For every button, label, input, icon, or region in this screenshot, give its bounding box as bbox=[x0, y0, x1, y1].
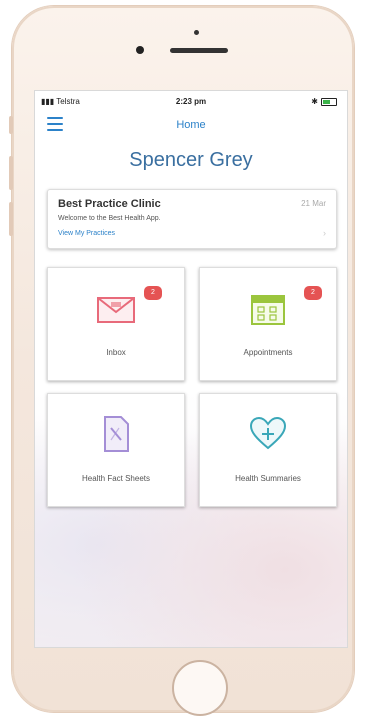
volume-up-button bbox=[9, 156, 13, 190]
app-screen: ▮▮▮ Telstra 2:23 pm ✱ Home Spencer Grey … bbox=[34, 90, 348, 648]
status-time: 2:23 pm bbox=[175, 97, 207, 106]
appointments-tile[interactable]: 2 Appointments bbox=[199, 267, 337, 381]
battery-icon bbox=[321, 97, 337, 106]
summaries-tile[interactable]: Health Summaries bbox=[199, 393, 337, 507]
inbox-tile[interactable]: 2 Inbox bbox=[47, 267, 185, 381]
inbox-label: Inbox bbox=[106, 348, 126, 357]
mute-switch bbox=[9, 116, 13, 134]
appointments-label: Appointments bbox=[243, 348, 293, 357]
page-title: Home bbox=[176, 119, 206, 131]
envelope-icon bbox=[97, 297, 135, 323]
clinic-date: 21 Mar bbox=[301, 199, 326, 208]
calendar-icon bbox=[251, 295, 285, 325]
summaries-label: Health Summaries bbox=[235, 474, 301, 483]
heart-plus-icon bbox=[249, 416, 287, 450]
chevron-right-icon: › bbox=[323, 228, 326, 238]
inbox-badge: 2 bbox=[144, 286, 162, 300]
earpiece-speaker bbox=[170, 48, 228, 53]
view-practices-link[interactable]: View My Practices bbox=[58, 230, 115, 237]
navigation-bar: Home bbox=[35, 113, 347, 137]
user-name: Spencer Grey bbox=[129, 149, 253, 171]
fact-sheets-label: Health Fact Sheets bbox=[81, 474, 151, 483]
clinic-card[interactable]: Best Practice Clinic 21 Mar Welcome to t… bbox=[47, 189, 337, 249]
document-icon bbox=[104, 416, 129, 452]
home-button[interactable] bbox=[172, 660, 228, 716]
bluetooth-icon: ✱ bbox=[311, 97, 318, 106]
clinic-title: Best Practice Clinic bbox=[58, 198, 161, 210]
fact-sheets-tile[interactable]: Health Fact Sheets bbox=[47, 393, 185, 507]
appointments-badge: 2 bbox=[304, 286, 322, 300]
battery-indicator: ✱ bbox=[311, 97, 337, 106]
proximity-sensor bbox=[194, 30, 199, 35]
volume-down-button bbox=[9, 202, 13, 236]
status-bar: ▮▮▮ Telstra 2:23 pm ✱ bbox=[35, 91, 347, 111]
clinic-message: Welcome to the Best Health App. bbox=[58, 215, 161, 222]
front-camera bbox=[136, 46, 144, 54]
